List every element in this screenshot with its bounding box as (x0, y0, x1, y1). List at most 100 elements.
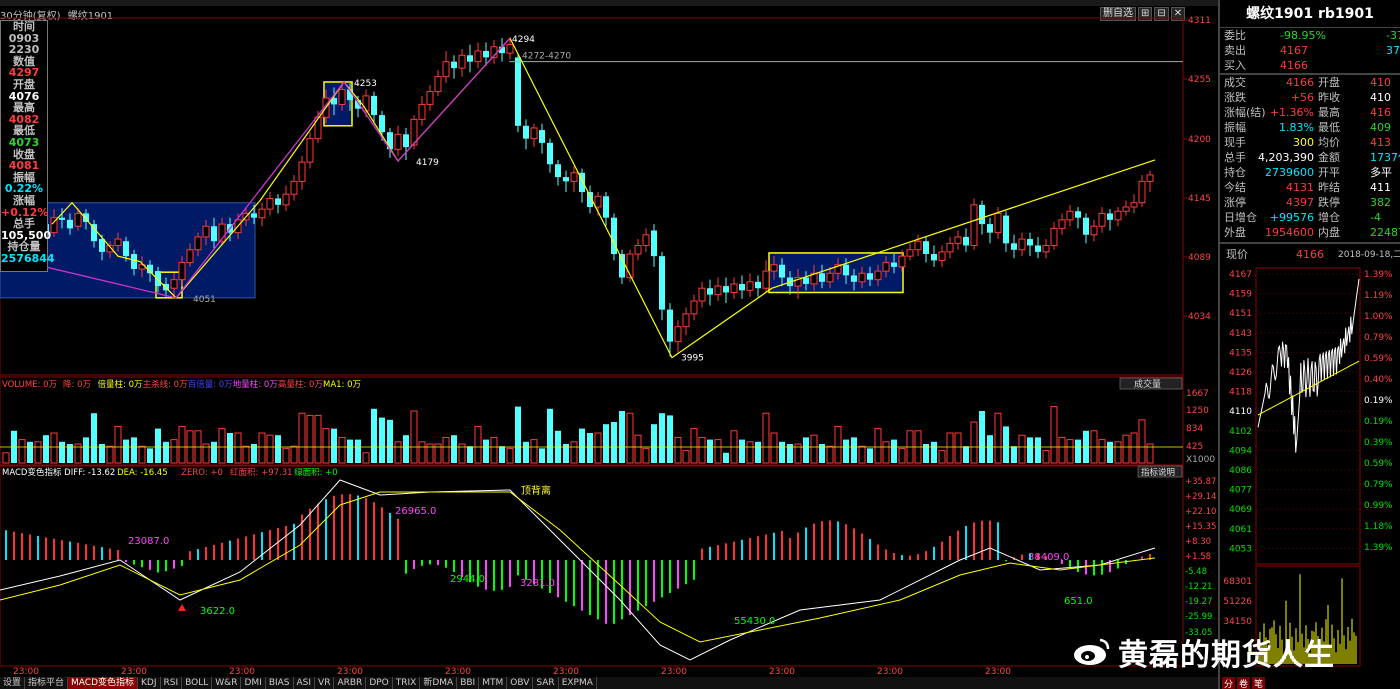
quote-label: 开盘 (1318, 76, 1340, 89)
volume-bar (523, 441, 529, 463)
candle-body (539, 130, 545, 143)
volume-bar (779, 441, 785, 463)
volume-bar (603, 424, 609, 463)
time-axis-label: 23:00 (661, 667, 687, 677)
time-axis-label: 23:00 (13, 667, 39, 677)
candle-body (891, 262, 897, 267)
info-row: 最高 (13, 101, 35, 115)
candle-body (730, 283, 738, 293)
minichart-pct-label: 0.19% (1364, 417, 1393, 427)
quote-label: 总手 (1224, 151, 1246, 164)
tab-fen[interactable]: 分 (1222, 677, 1236, 689)
indicator-tab[interactable]: MACD变色指标 (68, 677, 139, 689)
indicator-tab[interactable]: BOLL (182, 677, 213, 689)
info-row: 时间 (13, 20, 35, 33)
quote-label: 日增仓 (1224, 211, 1257, 224)
indicator-tab[interactable]: BBI (457, 677, 480, 689)
quote-label: 今结 (1224, 181, 1246, 194)
indicator-tab[interactable]: 设置 (0, 677, 26, 689)
indicator-tab[interactable]: VR (315, 677, 335, 689)
volume-axis-label: 1667 (1186, 389, 1209, 399)
candle-body (898, 255, 906, 268)
indicator-tab[interactable]: EXPMA (559, 677, 597, 689)
tab-bi[interactable]: 笔 (1252, 677, 1266, 689)
indicator-tab[interactable]: MTM (479, 677, 508, 689)
candle-body (290, 180, 298, 195)
volume-bar (963, 446, 969, 463)
now-price-row: 现价 4166 2018-09-18,二 (1220, 244, 1400, 266)
volume-bar (43, 435, 49, 463)
candle-body (963, 236, 969, 246)
indicator-tab[interactable]: RSI (161, 677, 183, 689)
indicator-tab[interactable]: BIAS (266, 677, 294, 689)
candle-body (371, 95, 377, 116)
candle-body (714, 285, 722, 296)
volume-bar (667, 415, 673, 463)
volume-bar (490, 436, 498, 464)
volume-bar (371, 408, 377, 463)
quote-label: 涨跌 (1224, 91, 1246, 104)
price-tick-label: 4255 (1188, 75, 1211, 85)
indicator-tab[interactable]: DMI (241, 677, 266, 689)
volume-bar (290, 445, 298, 464)
volume-bar (547, 408, 553, 463)
time-axis-label: 23:00 (121, 667, 147, 677)
candle-body (603, 196, 609, 218)
macd-axis-label: -5.48 (1185, 567, 1207, 577)
indicator-tab[interactable]: SAR (533, 677, 559, 689)
macd-axis-label: -25.99 (1185, 612, 1212, 622)
minichart-pct-label: 0.59% (1364, 354, 1393, 364)
volume-bar (258, 432, 266, 464)
volume-bar (1050, 406, 1058, 464)
candle-body (931, 254, 937, 261)
candle-body (1027, 239, 1033, 246)
minichart-price-label: 4151 (1229, 309, 1252, 319)
chart-area[interactable]: 4311 4255 4200 4145 4089 4034 4294 4272-4270 425… (0, 0, 1218, 677)
quote-value: 413 (1370, 136, 1391, 149)
order-label: 买入 (1224, 59, 1246, 72)
volume-bar (1098, 439, 1106, 464)
minichart-pct-label: 0.39% (1364, 438, 1393, 448)
quote-value: 409 (1370, 121, 1391, 134)
indicator-tab[interactable]: KDJ (138, 677, 161, 689)
candle-body (483, 50, 489, 58)
volume-bar (770, 432, 778, 464)
indicator-tab[interactable]: ASI (294, 677, 316, 689)
indicator-tab[interactable]: 指标平台 (25, 677, 69, 689)
volume-bar (27, 441, 33, 463)
trading-terminal: 30分钟(复权) 螺纹1901 删自选 ⊞ ⊟ ✕ 4311 4255 4200 4145 4… (0, 0, 1400, 689)
volume-bar (275, 435, 281, 463)
tab-juan[interactable]: 卷 (1237, 677, 1251, 689)
peak-label: 4253 (354, 79, 377, 89)
volume-bar (762, 412, 770, 464)
quote-value: 411 (1370, 181, 1391, 194)
candle-body (74, 212, 82, 227)
candle-body (1058, 219, 1066, 229)
candle-body (642, 234, 650, 246)
volume-bar (803, 437, 809, 463)
candle-body (338, 88, 346, 105)
volume-bar (83, 437, 89, 463)
indicator-tab[interactable]: ARBR (334, 677, 367, 689)
weibo-icon (1074, 638, 1110, 665)
indicator-tab[interactable]: OBV (507, 677, 534, 689)
candle-body (667, 309, 673, 342)
minichart-pct-label: 0.59% (1364, 459, 1393, 469)
quote-row: 涨幅(结) +1.36% 最高 416 (1220, 105, 1400, 120)
indicator-tab[interactable]: TRIX (393, 677, 421, 689)
trough-label: 4179 (416, 158, 439, 168)
indicator-tab[interactable]: W&R (212, 677, 242, 689)
macd-annotation: 55430.0 (734, 616, 775, 627)
volume-bar (659, 413, 665, 463)
indicator-tab[interactable]: 新DMA (420, 677, 458, 689)
quote-value: 4,203,390 (1258, 151, 1314, 164)
indicator-tab[interactable]: DPO (366, 677, 393, 689)
macd-axis-label: -19.27 (1185, 597, 1212, 607)
candle-body (851, 275, 857, 282)
candle-body (1066, 210, 1074, 221)
intraday-minichart[interactable]: 4167 4159 4151 4143 4135 4126 4118 4110 4102 4094… (1220, 266, 1400, 670)
minivolume-label: 68301 (1223, 577, 1252, 587)
volume-bar (594, 432, 602, 464)
volume-bar (474, 425, 482, 464)
minichart-pct-label: 0.19% (1364, 396, 1393, 406)
